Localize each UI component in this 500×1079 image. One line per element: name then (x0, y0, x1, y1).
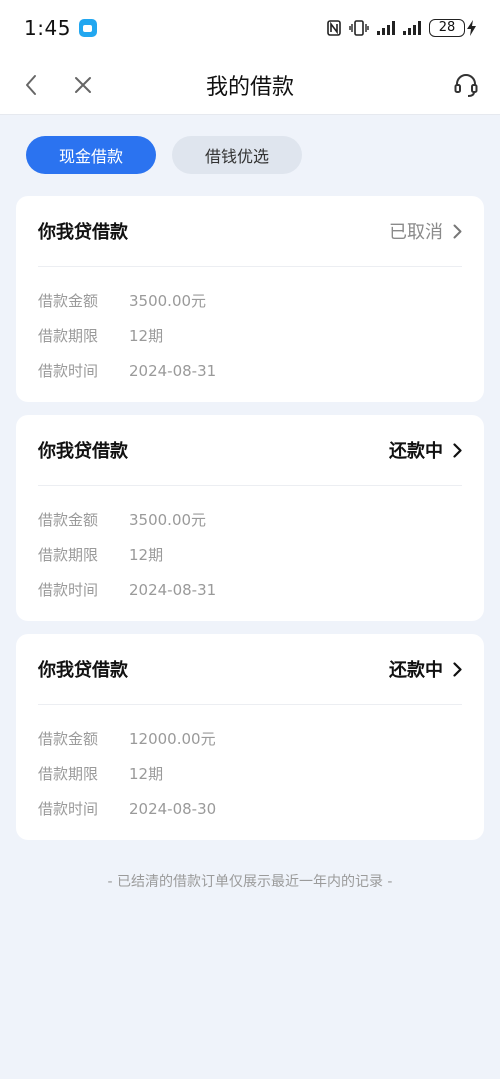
loan-card-header: 你我贷借款 还款中 (38, 634, 462, 705)
loan-card-header: 你我贷借款 还款中 (38, 415, 462, 486)
loan-details: 借款金额 12000.00元 借款期限 12期 借款时间 2024-08-30 (38, 705, 462, 826)
loan-status-label: 还款中 (389, 441, 443, 462)
chevron-left-icon (26, 75, 36, 95)
battery-indicator: 28 (429, 19, 476, 37)
loan-term-label: 借款期限 (38, 765, 99, 783)
close-icon (75, 77, 91, 93)
loan-term-value: 12期 (129, 327, 164, 345)
loan-amount-value: 12000.00元 (129, 730, 216, 748)
loan-date-row: 借款时间 2024-08-31 (38, 353, 462, 388)
top-area: 1:45 28 我的借款 (0, 0, 500, 115)
status-right: 28 (327, 19, 476, 37)
customer-service-button[interactable] (444, 56, 488, 114)
loan-status-label: 已取消 (389, 222, 443, 243)
status-bar: 1:45 28 (0, 0, 500, 56)
loan-status[interactable]: 已取消 (389, 218, 462, 244)
loan-status[interactable]: 还款中 (389, 656, 462, 682)
loan-date-value: 2024-08-31 (129, 580, 217, 599)
loan-status-label: 还款中 (389, 660, 443, 681)
tab-loan-selection[interactable]: 借钱优选 (172, 136, 302, 174)
loan-card-header: 你我贷借款 已取消 (38, 196, 462, 267)
chevron-right-icon (453, 442, 462, 458)
loan-date-row: 借款时间 2024-08-31 (38, 572, 462, 607)
tab-cash-loan[interactable]: 现金借款 (26, 136, 156, 174)
loan-amount-label: 借款金额 (38, 730, 99, 748)
loan-date-value: 2024-08-31 (129, 361, 217, 380)
vibrate-icon (349, 20, 369, 36)
loan-amount-row: 借款金额 3500.00元 (38, 502, 462, 537)
loan-term-value: 12期 (129, 546, 164, 564)
loan-card[interactable]: 你我贷借款 还款中 借款金额 12000.00元 借款期限 12期 借款时间 2… (16, 634, 484, 840)
loan-details: 借款金额 3500.00元 借款期限 12期 借款时间 2024-08-31 (38, 267, 462, 388)
loan-term-row: 借款期限 12期 (38, 756, 462, 791)
nav-bar: 我的借款 (0, 56, 500, 114)
signal-strength-2-icon (403, 21, 421, 35)
loan-date-label: 借款时间 (38, 581, 99, 599)
loan-type-tabs: 现金借款 借钱优选 (0, 115, 500, 174)
loan-term-value: 12期 (129, 765, 164, 783)
settled-loans-note: - 已结清的借款订单仅展示最近一年内的记录 - (107, 874, 393, 890)
loan-date-value: 2024-08-30 (129, 799, 217, 818)
loan-term-label: 借款期限 (38, 546, 99, 564)
loan-card[interactable]: 你我贷借款 已取消 借款金额 3500.00元 借款期限 12期 借款时间 20… (16, 196, 484, 402)
signal-strength-1-icon (377, 21, 395, 35)
back-button[interactable] (9, 56, 53, 114)
loan-details: 借款金额 3500.00元 借款期限 12期 借款时间 2024-08-31 (38, 486, 462, 607)
battery-level: 28 (429, 19, 465, 37)
status-time: 1:45 (24, 16, 71, 40)
loan-amount-value: 3500.00元 (129, 292, 207, 310)
loan-title: 你我贷借款 (38, 441, 128, 462)
loan-list: 你我贷借款 已取消 借款金额 3500.00元 借款期限 12期 借款时间 20… (0, 174, 500, 840)
loan-amount-row: 借款金额 3500.00元 (38, 283, 462, 318)
loan-amount-row: 借款金额 12000.00元 (38, 721, 462, 756)
loan-card[interactable]: 你我贷借款 还款中 借款金额 3500.00元 借款期限 12期 借款时间 20… (16, 415, 484, 621)
loan-amount-label: 借款金额 (38, 292, 99, 310)
loan-amount-value: 3500.00元 (129, 511, 207, 529)
status-left: 1:45 (24, 16, 97, 40)
loan-date-row: 借款时间 2024-08-30 (38, 791, 462, 826)
loan-title: 你我贷借款 (38, 222, 128, 243)
loan-amount-label: 借款金额 (38, 511, 99, 529)
loan-status[interactable]: 还款中 (389, 437, 462, 463)
loan-date-label: 借款时间 (38, 800, 99, 818)
chevron-right-icon (453, 224, 462, 238)
loan-term-label: 借款期限 (38, 327, 99, 345)
loan-term-row: 借款期限 12期 (38, 537, 462, 572)
charging-icon (467, 20, 476, 36)
loan-date-label: 借款时间 (38, 362, 99, 380)
headset-icon (454, 74, 478, 97)
nfc-icon (327, 20, 341, 36)
close-button[interactable] (61, 56, 105, 114)
chevron-right-icon (453, 661, 462, 677)
loan-title: 你我贷借款 (38, 660, 128, 681)
loan-term-row: 借款期限 12期 (38, 318, 462, 353)
message-app-icon (78, 19, 97, 37)
